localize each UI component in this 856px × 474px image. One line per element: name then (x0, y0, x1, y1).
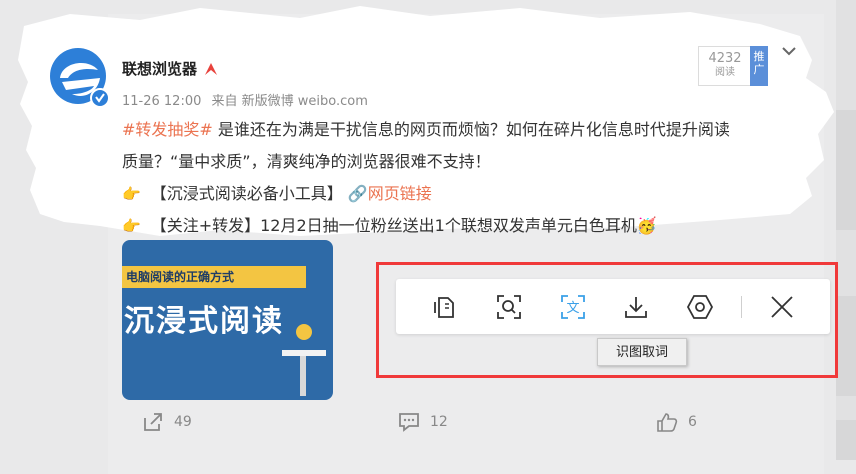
toolbar-divider (741, 296, 742, 318)
username-text[interactable]: 联想浏览器 (122, 58, 197, 79)
lenovo-mark-icon (205, 62, 218, 75)
tooltip: 识图取词 (597, 338, 687, 366)
view-count-label: 阅读 (715, 67, 735, 78)
post-meta: 11-26 12:00 来自 新版微博 weibo.com (122, 90, 374, 109)
like-action[interactable]: 6 (656, 412, 697, 432)
svg-text:文: 文 (566, 301, 579, 316)
post-text-line2: 质量？“量中求质”，清爽纯净的浏览器很难不支持！ (122, 152, 491, 171)
image-band-text: 电脑阅读的正确方式 (122, 266, 306, 288)
post-body: #转发抽奖# 是谁还在为满是干扰信息的网页而烦恼？如何在碎片化信息时代提升阅读 … (122, 114, 802, 242)
screenshot-search-button[interactable] (492, 290, 526, 324)
ocr-text-button[interactable]: 文 (556, 290, 590, 324)
close-icon (771, 296, 793, 318)
promote-button[interactable]: 推广 (750, 46, 768, 86)
desk-illustration (282, 324, 326, 396)
image-title-text: 沉浸式阅读 (124, 304, 284, 339)
post-image[interactable]: 电脑阅读的正确方式 沉浸式阅读 (122, 240, 333, 400)
close-button[interactable] (765, 290, 799, 324)
post-username[interactable]: 联想浏览器 (122, 58, 219, 79)
right-edge-strip (836, 0, 856, 460)
hashtag-link[interactable]: #转发抽奖# (122, 120, 213, 139)
post-time[interactable]: 11-26 12:00 (122, 94, 201, 109)
pointing-hand-icon: 👉 (122, 217, 141, 235)
avatar[interactable] (48, 44, 114, 110)
comment-count: 12 (430, 414, 448, 430)
settings-hexagon-icon (686, 295, 714, 319)
reader-toolbar: 文 (396, 279, 830, 334)
settings-button[interactable] (683, 290, 717, 324)
post-source: 来自 新版微博 weibo.com (211, 94, 368, 109)
comment-action[interactable]: 12 (398, 412, 448, 432)
view-count: 4232 (708, 51, 742, 66)
screenshot-scan-icon (497, 295, 521, 319)
comment-icon (399, 413, 419, 432)
bullet2-text: 【关注+转发】12月2日抽一位粉丝送出1个联想双发声单元白色耳机 (150, 216, 637, 235)
pointing-hand-icon: 👉 (122, 185, 141, 203)
view-count-box: 4232 阅读 (698, 46, 752, 86)
share-action[interactable]: 49 (142, 412, 192, 432)
link-icon[interactable]: 🔗 (348, 184, 368, 203)
thumbs-up-icon (657, 413, 678, 432)
chevron-down-icon[interactable] (780, 44, 798, 58)
share-count: 49 (174, 414, 192, 430)
web-link[interactable]: 网页链接 (368, 184, 432, 203)
copy-icon (434, 297, 454, 318)
download-button[interactable] (619, 290, 653, 324)
like-count: 6 (688, 414, 697, 430)
bullet1-text: 【沉浸式阅读必备小工具】 (150, 184, 343, 203)
emoji-icon: 🥳 (636, 216, 657, 235)
post-text-line1: 是谁还在为满是干扰信息的网页而烦恼？如何在碎片化信息时代提升阅读 (212, 120, 730, 139)
ocr-text-icon: 文 (561, 295, 585, 319)
download-icon (625, 297, 647, 318)
copy-button[interactable] (427, 290, 461, 324)
share-icon (144, 413, 162, 431)
